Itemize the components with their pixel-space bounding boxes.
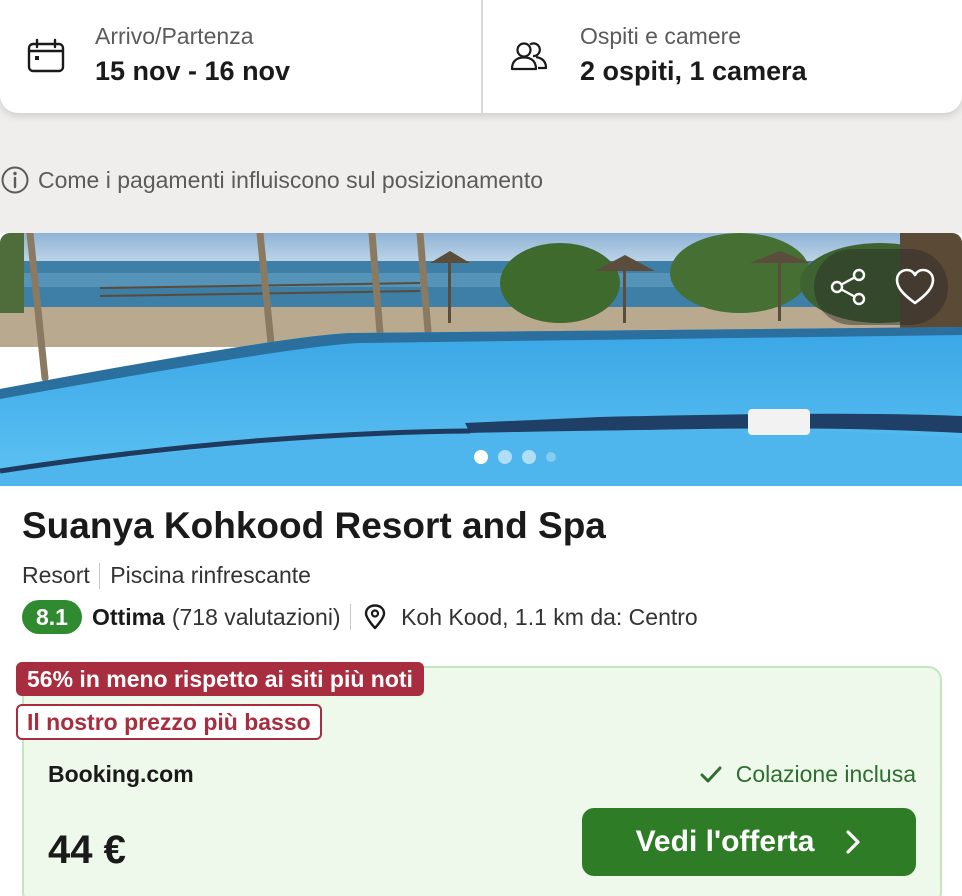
- photo-actions: [814, 249, 948, 325]
- rating-row: 8.1 Ottima (718 valutazioni) Koh Kood, 1…: [22, 599, 698, 635]
- divider: [349, 604, 352, 630]
- view-deal-button[interactable]: Vedi l'offerta: [582, 808, 916, 876]
- rating-word: Ottima: [91, 603, 165, 630]
- guests-value: 2 ospiti, 1 camera: [580, 56, 807, 86]
- discount-badge: 56% in meno rispetto ai siti più noti: [16, 662, 424, 696]
- ranking-info-text: Come i pagamenti influiscono sul posizio…: [38, 166, 544, 193]
- dates-label: Arrivo/Partenza: [95, 23, 254, 49]
- guests-label: Ospiti e camere: [580, 23, 742, 49]
- carousel-dot[interactable]: [474, 450, 488, 464]
- view-deal-label: Vedi l'offerta: [635, 825, 815, 858]
- breakfast-included: Colazione inclusa: [700, 761, 916, 788]
- carousel-dot[interactable]: [546, 452, 556, 462]
- hotel-location: Koh Kood, 1.1 km da: Centro: [401, 603, 698, 630]
- rating-score-badge: 8.1: [22, 600, 82, 634]
- review-count: (718 valutazioni): [171, 603, 341, 630]
- users-icon: [510, 42, 548, 71]
- ranking-info-link[interactable]: Come i pagamenti influiscono sul posizio…: [0, 164, 543, 196]
- divider: [98, 562, 101, 589]
- carousel-dot[interactable]: [522, 450, 536, 464]
- heart-icon: [895, 268, 934, 305]
- carousel-indicators: [474, 450, 556, 464]
- share-button[interactable]: [823, 262, 873, 312]
- hotel-photo[interactable]: [0, 233, 962, 486]
- info-icon: [1, 166, 29, 194]
- dates-value: 15 nov - 16 nov: [95, 56, 291, 86]
- dates-selector[interactable]: Arrivo/Partenza 15 nov - 16 nov: [0, 0, 483, 113]
- calendar-icon: [27, 38, 65, 73]
- location-pin-icon: [364, 604, 386, 630]
- carousel-dot[interactable]: [498, 450, 512, 464]
- hotel-meta: Resort Piscina rinfrescante: [22, 562, 311, 589]
- checkmark-icon: [700, 766, 722, 782]
- deal-price: 44 €: [48, 828, 126, 872]
- deal-provider: Booking.com: [48, 761, 194, 787]
- hotel-type: Resort: [22, 562, 90, 588]
- search-bar: Arrivo/Partenza 15 nov - 16 nov Ospiti e…: [0, 0, 962, 113]
- breakfast-label: Colazione inclusa: [735, 761, 916, 787]
- lowest-price-badge: Il nostro prezzo più basso: [16, 704, 322, 740]
- favorite-button[interactable]: [890, 262, 940, 312]
- hotel-name[interactable]: Suanya Kohkood Resort and Spa: [22, 505, 606, 547]
- chevron-right-icon: [846, 830, 861, 854]
- guests-selector[interactable]: Ospiti e camere 2 ospiti, 1 camera: [483, 0, 962, 113]
- hotel-feature: Piscina rinfrescante: [110, 562, 311, 588]
- share-icon: [830, 268, 865, 306]
